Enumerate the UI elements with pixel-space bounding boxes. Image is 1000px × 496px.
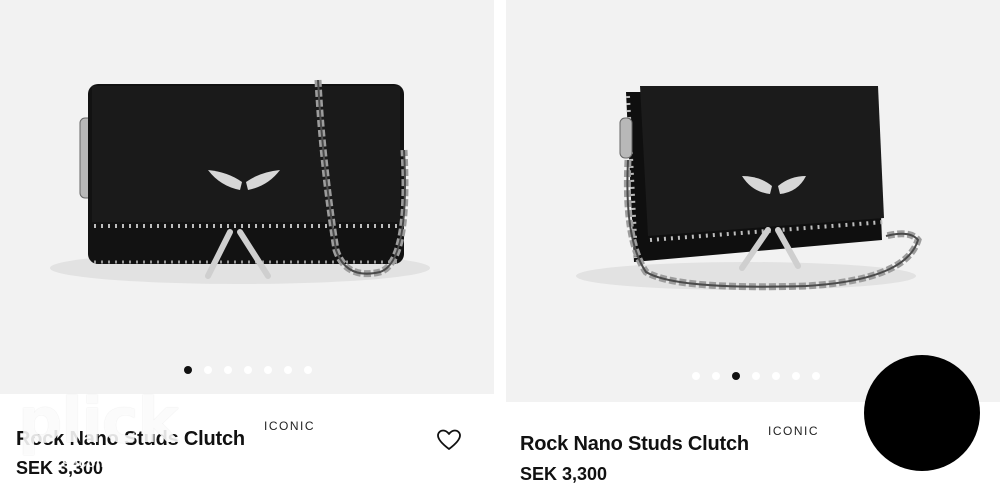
carousel-dot[interactable]	[692, 372, 700, 380]
product-name[interactable]: Rock Nano Studs Clutch	[520, 433, 749, 456]
carousel-dot[interactable]	[812, 372, 820, 380]
clutch-bag-image	[576, 86, 922, 291]
product-name[interactable]: Rock Nano Studs Clutch	[16, 428, 245, 451]
product-price: SEK 3,300	[520, 464, 608, 484]
product-image[interactable]	[0, 0, 494, 394]
carousel-dot[interactable]	[732, 372, 740, 380]
carousel-dot[interactable]	[224, 366, 232, 374]
carousel-dot[interactable]	[792, 372, 800, 380]
carousel-dot[interactable]	[284, 366, 292, 374]
carousel-dots	[692, 372, 820, 380]
product-card-1[interactable]: ICONIC Rock Nano Studs Clutch SEK 3,300	[0, 0, 494, 496]
product-price: SEK 3,300	[16, 458, 104, 478]
product-badge: ICONIC	[264, 419, 315, 433]
carousel-dot[interactable]	[304, 366, 312, 374]
carousel-dot[interactable]	[752, 372, 760, 380]
redaction-circle	[864, 355, 980, 471]
carousel-dot[interactable]	[264, 366, 272, 374]
clutch-bag-image	[50, 79, 430, 284]
carousel-dot[interactable]	[204, 366, 212, 374]
carousel-dot[interactable]	[712, 372, 720, 380]
product-image[interactable]	[506, 0, 1000, 402]
product-badge: ICONIC	[768, 424, 819, 438]
carousel-dot[interactable]	[244, 366, 252, 374]
heart-outline-icon[interactable]	[436, 428, 462, 452]
carousel-dot[interactable]	[772, 372, 780, 380]
carousel-dot[interactable]	[184, 366, 192, 374]
carousel-dots	[184, 366, 312, 374]
